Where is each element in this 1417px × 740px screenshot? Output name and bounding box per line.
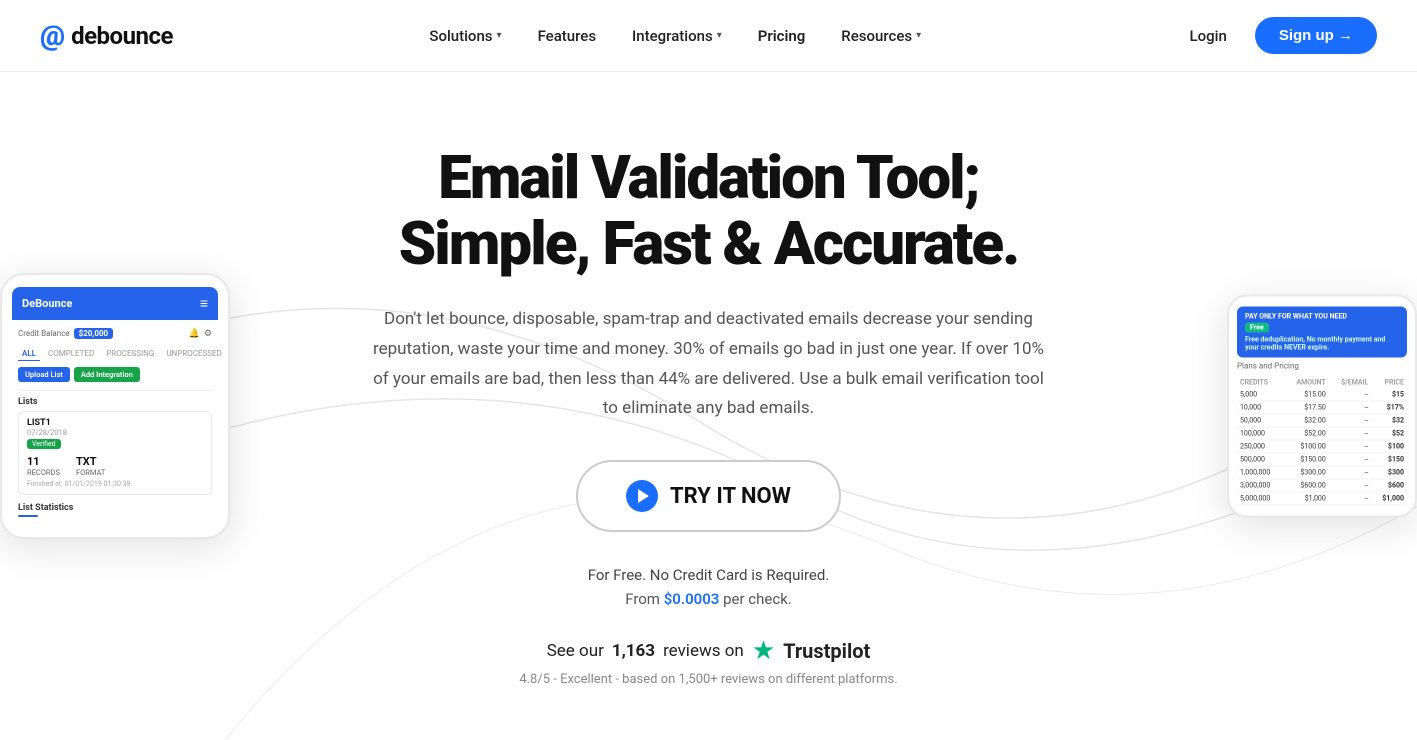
hero-section: DeBounce ≡ Credit Balance $20,000 🔔 ⚙ AL… <box>0 72 1417 740</box>
format-stat: TXT FORMAT <box>76 455 105 477</box>
try-it-now-button[interactable]: TRY IT NOW <box>576 460 841 532</box>
logo[interactable]: @ debounce <box>40 19 173 52</box>
pricing-row: 3,000,000$600.00--$600 <box>1237 479 1407 492</box>
credit-label: Credit Balance <box>18 329 70 338</box>
nav-solutions[interactable]: Solutions ▾ <box>415 19 515 53</box>
nav-integrations[interactable]: Integrations ▾ <box>618 19 736 53</box>
price-link[interactable]: $0.0003 <box>664 590 720 608</box>
pricing-row: 5,000$15.00--$15 <box>1237 389 1407 402</box>
trustpilot-brand: Trustpilot <box>783 639 870 663</box>
play-icon <box>626 480 658 512</box>
review-count: 1,163 <box>612 641 655 661</box>
mockup-logo: DeBounce <box>22 297 72 310</box>
upload-list-button[interactable]: Upload List <box>18 367 70 382</box>
trustpilot-row: See our 1,163 reviews on ★ Trustpilot <box>369 636 1049 666</box>
notification-icon: 🔔 <box>189 329 200 339</box>
hero-sub-price: From $0.0003 per check. <box>369 590 1049 608</box>
chevron-down-icon: ▾ <box>497 30 502 41</box>
logo-icon: @ <box>40 19 65 52</box>
list-footer: Finished at: 01/01/2019 01:30:39 <box>27 480 203 488</box>
pricing-row: 5,000,000$1,000--$1,000 <box>1237 492 1407 505</box>
settings-icon: ⚙ <box>204 329 212 339</box>
col-credits: CREDITS <box>1237 377 1283 389</box>
nav-links: Solutions ▾ Features Integrations ▾ Pric… <box>415 19 935 53</box>
signup-button[interactable]: Sign up → <box>1255 17 1377 54</box>
records-stat: 11 RECORDS <box>27 455 60 477</box>
hero-title: Email Validation Tool; Simple, Fast & Ac… <box>369 145 1049 277</box>
list-card: LIST1 07/28/2018 Verified 11 RECORDS TXT… <box>18 411 212 495</box>
pricing-row: 10,000$17.50--$17% <box>1237 401 1407 414</box>
rating-text: 4.8/5 - Excellent - based on 1,500+ revi… <box>369 672 1049 687</box>
add-integration-button[interactable]: Add Integration <box>74 367 140 382</box>
credit-value: $20,000 <box>74 328 114 339</box>
trustpilot-star-icon: ★ <box>752 636 775 666</box>
pricing-row: 250,000$100.00--$100 <box>1237 440 1407 453</box>
col-amount: AMOUNT <box>1283 377 1328 389</box>
hero-sub-free: For Free. No Credit Card is Required. <box>369 566 1049 584</box>
left-mockup: DeBounce ≡ Credit Balance $20,000 🔔 ⚙ AL… <box>0 273 230 539</box>
right-mockup: PAY ONLY FOR WHAT YOU NEED Free Free ded… <box>1227 295 1417 518</box>
hero-description: Don't let bounce, disposable, spam-trap … <box>369 305 1049 424</box>
pricing-header: PAY ONLY FOR WHAT YOU NEED Free Free ded… <box>1237 307 1407 358</box>
pricing-subtitle: Plans and Pricing <box>1237 362 1407 371</box>
list-date: 07/28/2018 <box>27 428 203 437</box>
nav-pricing[interactable]: Pricing <box>744 19 820 53</box>
free-badge: Free <box>1245 323 1269 333</box>
pricing-row: 500,000$150.00--$150 <box>1237 453 1407 466</box>
pricing-table: CREDITS AMOUNT $/EMAIL PRICE 5,000$15.00… <box>1237 377 1407 506</box>
tab-processing[interactable]: PROCESSING <box>102 347 158 361</box>
col-per-email: $/EMAIL <box>1329 377 1372 389</box>
chevron-down-icon: ▾ <box>916 30 921 41</box>
col-price: PRICE <box>1371 377 1407 389</box>
tab-completed[interactable]: COMPLETED <box>44 347 98 361</box>
lists-label: Lists <box>18 397 212 407</box>
chevron-down-icon: ▾ <box>717 30 722 41</box>
verified-badge: Verified <box>27 439 61 449</box>
navbar: @ debounce Solutions ▾ Features Integrat… <box>0 0 1417 72</box>
nav-resources[interactable]: Resources ▾ <box>827 19 935 53</box>
tab-all[interactable]: ALL <box>18 347 40 361</box>
pricing-row: 100,000$52.00--$52 <box>1237 427 1407 440</box>
list-statistics-section: List Statistics <box>18 503 212 517</box>
tab-unprocessed[interactable]: UNPROCESSED <box>162 347 225 361</box>
nav-right: Login Sign up → <box>1178 17 1377 54</box>
login-button[interactable]: Login <box>1178 19 1239 53</box>
nav-features[interactable]: Features <box>524 19 610 53</box>
menu-icon: ≡ <box>200 295 208 312</box>
hero-content: Email Validation Tool; Simple, Fast & Ac… <box>369 145 1049 687</box>
list-name: LIST1 <box>27 418 203 428</box>
pricing-row: 1,000,000$300.00--$300 <box>1237 466 1407 479</box>
pricing-row: 50,000$32.00--$32 <box>1237 414 1407 427</box>
logo-text: debounce <box>71 22 173 50</box>
